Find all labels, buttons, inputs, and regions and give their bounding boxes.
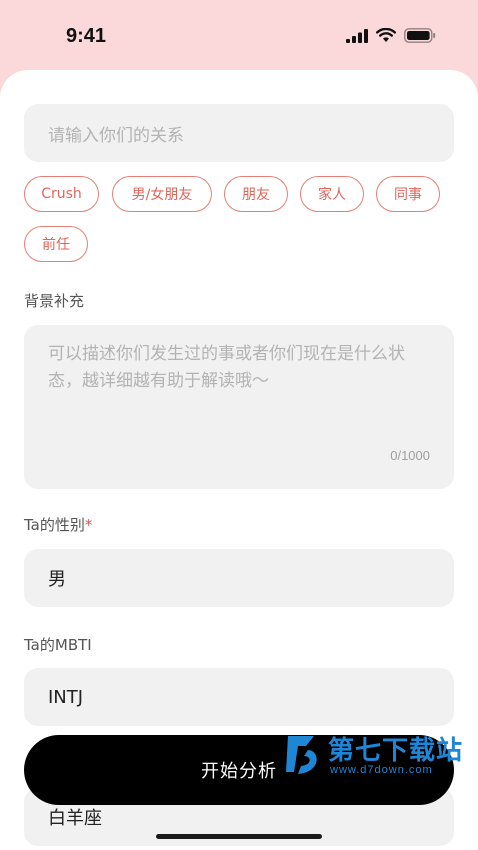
chip-friend[interactable]: 朋友 <box>224 176 288 212</box>
watermark-logo-icon <box>286 736 317 774</box>
zodiac-value: 白羊座 <box>48 808 102 829</box>
gender-value: 男 <box>48 569 66 590</box>
chip-ex[interactable]: 前任 <box>24 226 88 262</box>
mbti-value: INTJ <box>48 686 84 708</box>
status-time: 9:41 <box>66 25 107 47</box>
background-textarea[interactable]: 可以描述你们发生过的事或者你们现在是什么状态，越详细越有助于解读哦～ 0/100… <box>24 325 454 489</box>
watermark-url: www.d7down.com <box>330 764 433 776</box>
watermark: 第七下载站 www.d7down.com <box>284 730 478 780</box>
home-indicator <box>156 834 322 839</box>
status-bar: 9:41 <box>0 0 478 70</box>
chip-family[interactable]: 家人 <box>300 176 364 212</box>
required-mark: * <box>84 516 93 534</box>
char-counter: 0/1000 <box>390 448 430 463</box>
chip-partner[interactable]: 男/女朋友 <box>112 176 212 212</box>
mbti-field[interactable]: INTJ <box>24 668 454 726</box>
background-label: 背景补充 <box>24 292 85 310</box>
watermark-title: 第七下载站 <box>328 736 464 766</box>
gender-label-text: Ta的性别 <box>24 516 85 534</box>
chip-colleague[interactable]: 同事 <box>376 176 440 212</box>
chip-crush[interactable]: Crush <box>24 176 99 212</box>
mbti-label: Ta的MBTI <box>24 636 92 654</box>
background-placeholder: 可以描述你们发生过的事或者你们现在是什么状态，越详细越有助于解读哦～ <box>48 344 405 391</box>
gender-field[interactable]: 男 <box>24 549 454 607</box>
status-icons <box>346 28 436 43</box>
gender-label: Ta的性别* <box>24 514 92 535</box>
wifi-icon <box>376 28 396 42</box>
relation-input[interactable]: 请输入你们的关系 <box>24 104 454 162</box>
relation-input-placeholder: 请输入你们的关系 <box>48 125 184 146</box>
signal-icon <box>346 28 368 43</box>
battery-icon <box>404 28 436 43</box>
